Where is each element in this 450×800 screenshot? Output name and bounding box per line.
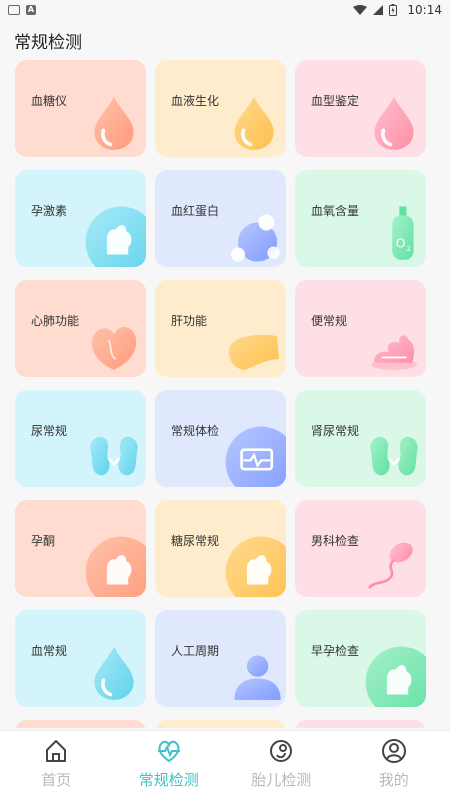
pregnant-icon <box>85 536 146 597</box>
svg-text:2: 2 <box>406 244 411 253</box>
test-card[interactable]: 尿常规 <box>15 390 146 487</box>
test-card-label: 糖尿常规 <box>171 534 220 548</box>
battery-icon <box>389 4 398 16</box>
test-card[interactable] <box>155 720 286 728</box>
blood-drop-icon <box>94 96 134 150</box>
kidney-icon <box>370 436 418 476</box>
tab-heart-pulse[interactable]: 常规检测 <box>113 731 226 800</box>
test-card-label: 血氧含量 <box>311 204 360 218</box>
test-card-label: 血型鉴定 <box>311 94 360 108</box>
gallery-notification-icon <box>8 5 20 15</box>
tab-label: 胎儿检测 <box>251 771 312 789</box>
status-left: A <box>8 5 36 15</box>
status-time: 10:14 <box>407 3 442 17</box>
status-bar: A 10:14 <box>0 0 450 20</box>
test-card[interactable] <box>15 720 146 728</box>
test-card[interactable]: 血型鉴定 <box>295 60 426 157</box>
test-card-label: 血液生化 <box>171 94 220 108</box>
blood-drop-icon <box>94 646 134 700</box>
test-card[interactable]: 孕激素 <box>15 170 146 267</box>
test-grid: 血糖仪 血液生化 血型鉴定 孕激素 血红蛋白 血氧含量 O 2 心肺功能 肝功能… <box>15 60 427 728</box>
tab-label: 常规检测 <box>138 771 199 789</box>
liver-icon <box>228 334 279 370</box>
kidney-icon <box>90 436 138 476</box>
blood-drop-icon <box>234 96 274 150</box>
person-icon <box>234 655 281 700</box>
pregnant-icon <box>225 536 286 597</box>
status-right: 10:14 <box>353 3 442 17</box>
tab-profile[interactable]: 我的 <box>338 731 450 800</box>
monitor-icon <box>225 426 286 487</box>
test-card[interactable]: 便常规 <box>295 280 426 377</box>
home-icon <box>46 740 67 762</box>
sperm-icon <box>368 542 413 590</box>
test-card-label: 血糖仪 <box>31 94 68 108</box>
test-card[interactable]: 血液生化 <box>155 60 286 157</box>
test-card[interactable]: 常规体检 <box>155 390 286 487</box>
test-card[interactable]: 血常规 <box>15 610 146 707</box>
test-card-label: 早孕检查 <box>311 644 360 658</box>
test-card-label: 人工周期 <box>171 644 220 658</box>
test-card-label: 肝功能 <box>171 314 208 328</box>
test-card[interactable]: 早孕检查 <box>295 610 426 707</box>
oxygen-tank-icon: O 2 <box>392 206 414 260</box>
test-card-label: 尿常规 <box>31 424 68 438</box>
molecule-icon <box>230 214 280 262</box>
tab-label: 我的 <box>378 771 409 789</box>
test-card[interactable]: 男科检查 <box>295 500 426 597</box>
pregnant-icon <box>365 646 426 707</box>
test-card-label: 孕酮 <box>31 534 56 548</box>
test-card-label: 血常规 <box>31 644 68 658</box>
pregnant-icon <box>85 206 146 267</box>
test-card[interactable]: 血红蛋白 <box>155 170 286 267</box>
test-card-label: 便常规 <box>311 314 348 328</box>
bottom-tab-bar: 首页 常规检测 胎儿检测 我的 <box>0 730 450 800</box>
tab-fetus[interactable]: 胎儿检测 <box>225 731 338 800</box>
test-card-label: 心肺功能 <box>31 314 80 328</box>
signal-icon <box>373 5 384 15</box>
test-card[interactable]: 心肺功能 <box>15 280 146 377</box>
test-card-label: 常规体检 <box>171 424 220 438</box>
heart-icon <box>91 327 137 370</box>
test-card-label: 孕激素 <box>31 204 68 218</box>
test-card[interactable]: 肾尿常规 <box>295 390 426 487</box>
test-card[interactable]: 孕酮 <box>15 500 146 597</box>
test-card-label: 肾尿常规 <box>311 424 360 438</box>
test-card[interactable]: 人工周期 <box>155 610 286 707</box>
wifi-icon <box>353 5 368 15</box>
svg-text:O: O <box>396 235 406 250</box>
tab-label: 首页 <box>41 771 72 789</box>
profile-icon <box>381 739 406 763</box>
test-card[interactable]: 肝功能 <box>155 280 286 377</box>
page-title: 常规检测 <box>14 33 82 53</box>
test-card[interactable] <box>295 720 426 728</box>
fetus-icon <box>270 740 293 762</box>
stool-icon <box>370 335 418 370</box>
blood-drop-icon <box>374 96 414 150</box>
heart-pulse-icon <box>157 740 180 763</box>
app-notification-icon: A <box>26 5 36 15</box>
test-card[interactable]: 血糖仪 <box>15 60 146 157</box>
test-card-label: 血红蛋白 <box>171 204 220 218</box>
test-card[interactable]: 糖尿常规 <box>155 500 286 597</box>
test-card-label: 男科检查 <box>311 534 360 548</box>
test-card[interactable]: 血氧含量 O 2 <box>295 170 426 267</box>
tab-home[interactable]: 首页 <box>0 731 113 800</box>
